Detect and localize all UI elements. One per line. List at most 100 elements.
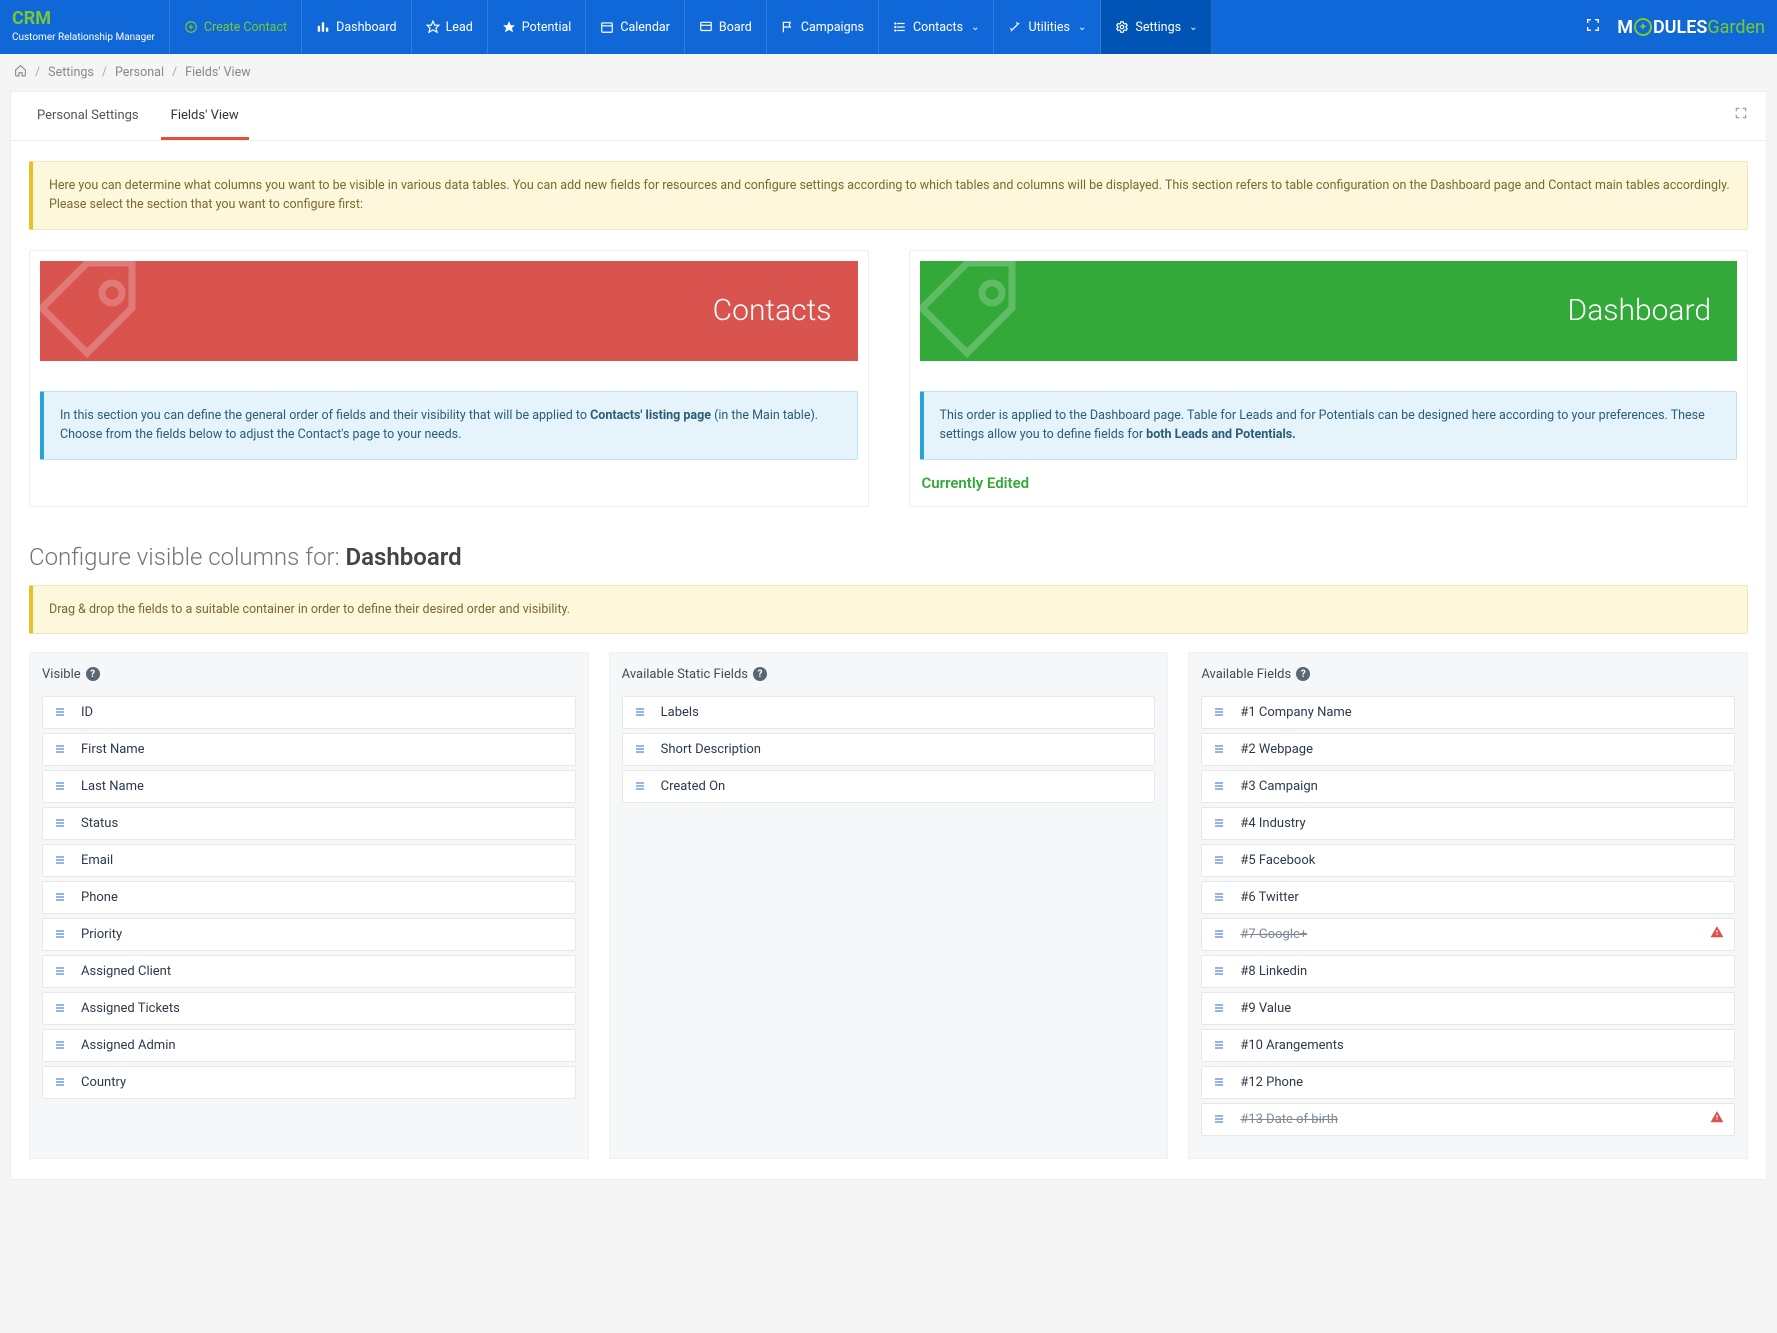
field-row[interactable]: Country (42, 1066, 576, 1099)
breadcrumb-personal[interactable]: Personal (115, 65, 164, 80)
field-label: First Name (81, 742, 145, 757)
field-row[interactable]: Short Description (622, 733, 1156, 766)
field-row[interactable]: #8 Linkedin (1201, 955, 1735, 988)
columns-grid: Visible ? IDFirst NameLast NameStatusEma… (29, 652, 1748, 1159)
nav-board[interactable]: Board (685, 0, 767, 54)
nav-utilities[interactable]: Utilities ⌄ (994, 0, 1101, 54)
field-row[interactable]: #6 Twitter (1201, 881, 1735, 914)
bar-chart-icon (316, 20, 330, 34)
field-row[interactable]: #10 Arangements (1201, 1029, 1735, 1062)
card-contacts[interactable]: Contacts In this section you can define … (29, 250, 869, 507)
nav-campaigns[interactable]: Campaigns (767, 0, 879, 54)
nav-label: Calendar (620, 20, 670, 35)
drag-handle-icon (53, 854, 67, 866)
field-row[interactable]: #5 Facebook (1201, 844, 1735, 877)
breadcrumb-settings[interactable]: Settings (48, 65, 94, 80)
help-icon[interactable]: ? (753, 667, 767, 681)
field-row[interactable]: Last Name (42, 770, 576, 803)
breadcrumb-fields-view[interactable]: Fields' View (185, 65, 250, 80)
nav-contacts[interactable]: Contacts ⌄ (879, 0, 995, 54)
col-visible: Visible ? IDFirst NameLast NameStatusEma… (29, 652, 589, 1159)
flag-icon (781, 20, 795, 34)
fullscreen-icon[interactable] (1585, 17, 1601, 37)
nav-label: Contacts (913, 20, 963, 35)
field-row[interactable]: Created On (622, 770, 1156, 803)
expand-icon[interactable] (1734, 106, 1748, 124)
field-row[interactable]: Phone (42, 881, 576, 914)
help-icon[interactable]: ? (86, 667, 100, 681)
nav-label: Utilities (1028, 20, 1070, 35)
field-row[interactable]: Priority (42, 918, 576, 951)
help-icon[interactable]: ? (1296, 667, 1310, 681)
field-label: #3 Campaign (1240, 779, 1317, 794)
drag-handle-icon (53, 891, 67, 903)
field-row[interactable]: Status (42, 807, 576, 840)
card-contacts-title: Contacts (713, 293, 832, 328)
drag-handle-icon (633, 780, 647, 792)
field-row[interactable]: #1 Company Name (1201, 696, 1735, 729)
nav-potential[interactable]: Potential (488, 0, 587, 54)
field-row[interactable]: #4 Industry (1201, 807, 1735, 840)
drag-handle-icon (1212, 965, 1226, 977)
field-row[interactable]: Assigned Client (42, 955, 576, 988)
nav-label: Potential (522, 20, 572, 35)
field-label: Phone (81, 890, 118, 905)
list-icon (893, 20, 907, 34)
card-dashboard-header: Dashboard (920, 261, 1738, 361)
field-row[interactable]: #13 Date of birth (1201, 1103, 1735, 1136)
top-nav: CRM Customer Relationship Manager Create… (0, 0, 1777, 54)
field-row[interactable]: #12 Phone (1201, 1066, 1735, 1099)
field-label: Assigned Tickets (81, 1001, 180, 1016)
nav-calendar[interactable]: Calendar (586, 0, 685, 54)
drag-handle-icon (1212, 780, 1226, 792)
star-outline-icon (426, 20, 440, 34)
nav-create-contact[interactable]: Create Contact (169, 0, 302, 54)
home-icon[interactable] (14, 64, 27, 81)
configure-hint: Drag & drop the fields to a suitable con… (29, 585, 1748, 634)
tab-fields-view[interactable]: Fields' View (161, 92, 249, 140)
field-row[interactable]: #9 Value (1201, 992, 1735, 1025)
field-label: #9 Value (1240, 1001, 1291, 1016)
wand-icon (1008, 20, 1022, 34)
field-row[interactable]: #7 Google+ (1201, 918, 1735, 951)
field-label: Assigned Client (81, 964, 171, 979)
field-label: #6 Twitter (1240, 890, 1298, 905)
field-row[interactable]: First Name (42, 733, 576, 766)
nav-lead[interactable]: Lead (412, 0, 488, 54)
brand-subtitle: Customer Relationship Manager (12, 31, 155, 44)
visible-list: ID First Name Last Name Status Email Phone Pri… (42, 696, 576, 1099)
card-contacts-header: Contacts (40, 261, 858, 361)
nav-settings[interactable]: Settings ⌄ (1101, 0, 1212, 54)
board-icon (699, 20, 713, 34)
field-row[interactable]: Email (42, 844, 576, 877)
field-row[interactable]: Assigned Tickets (42, 992, 576, 1025)
field-label: Created On (661, 779, 726, 794)
field-row[interactable]: #2 Webpage (1201, 733, 1735, 766)
field-label: #13 Date of birth (1240, 1112, 1338, 1127)
card-dashboard-footer: Currently Edited (920, 466, 1738, 494)
drag-handle-icon (633, 706, 647, 718)
card-contacts-desc: In this section you can define the gener… (40, 391, 858, 460)
drag-handle-icon (53, 1039, 67, 1051)
calendar-icon (600, 20, 614, 34)
field-row[interactable]: ID (42, 696, 576, 729)
configure-title: Configure visible columns for: Dashboard (29, 543, 1748, 571)
field-row[interactable]: #3 Campaign (1201, 770, 1735, 803)
drag-handle-icon (1212, 891, 1226, 903)
field-label: #4 Industry (1240, 816, 1305, 831)
field-label: Status (81, 816, 118, 831)
gear-icon (1115, 20, 1129, 34)
card-dashboard-desc: This order is applied to the Dashboard p… (920, 391, 1738, 460)
chevron-down-icon: ⌄ (1078, 22, 1086, 33)
nav-dashboard[interactable]: Dashboard (302, 0, 411, 54)
nav-items: Create Contact Dashboard Lead Potential … (169, 0, 1573, 54)
card-dashboard[interactable]: Dashboard This order is applied to the D… (909, 250, 1749, 507)
panel-body: Here you can determine what columns you … (11, 141, 1766, 1179)
field-row[interactable]: Assigned Admin (42, 1029, 576, 1062)
drag-handle-icon (1212, 706, 1226, 718)
field-row[interactable]: Labels (622, 696, 1156, 729)
plus-circle-icon (184, 20, 198, 34)
tab-personal-settings[interactable]: Personal Settings (27, 92, 149, 140)
modules-garden-logo: M✦DULESGarden (1617, 17, 1765, 38)
field-label: Email (81, 853, 113, 868)
